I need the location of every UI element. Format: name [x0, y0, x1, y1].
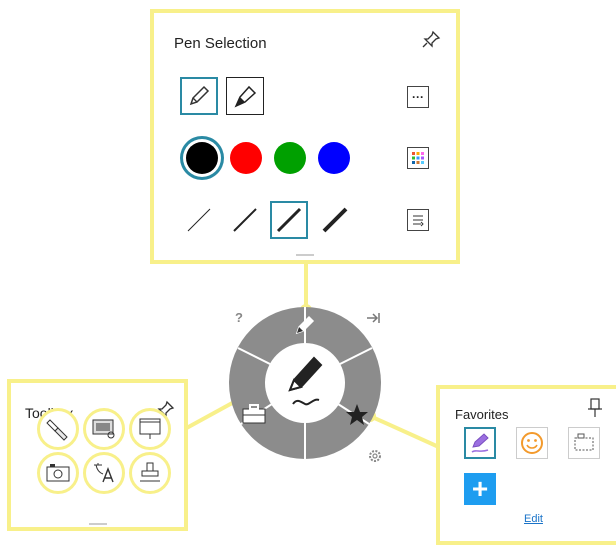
- stroke-thin[interactable]: [180, 201, 218, 239]
- stroke-thick[interactable]: [270, 201, 308, 239]
- favorites-panel: Favorites + Edit: [436, 385, 616, 545]
- presentation-board-tool[interactable]: [129, 408, 171, 450]
- more-options-button[interactable]: ···: [407, 86, 429, 108]
- highlighter-type-button[interactable]: [226, 77, 264, 115]
- color-green[interactable]: [274, 142, 306, 174]
- stroke-extra-thick[interactable]: [316, 201, 354, 239]
- toolbox-panel: Toolbox: [7, 379, 188, 531]
- star-icon[interactable]: [344, 402, 370, 428]
- pen-panel-resize-handle[interactable]: [296, 254, 314, 256]
- pin-icon[interactable]: [586, 397, 604, 419]
- pen-selection-title: Pen Selection: [174, 35, 267, 52]
- pen-icon[interactable]: [293, 313, 317, 337]
- center-pen-icon[interactable]: [281, 350, 331, 420]
- toolbox-icon[interactable]: [241, 403, 267, 425]
- stamp-tool[interactable]: [129, 452, 171, 494]
- help-icon[interactable]: ?: [235, 310, 243, 325]
- favorite-smiley[interactable]: [516, 427, 548, 459]
- palette-button[interactable]: [407, 147, 429, 169]
- screen-zoom-tool[interactable]: [83, 408, 125, 450]
- pin-icon[interactable]: [420, 29, 442, 51]
- stamp-icon: [140, 462, 160, 482]
- pen-panel-connector: [304, 262, 308, 310]
- collapse-icon[interactable]: [366, 311, 382, 325]
- screen-capture-icon: [574, 433, 594, 451]
- highlighter-icon: [234, 85, 257, 108]
- color-black[interactable]: [186, 142, 218, 174]
- camera-tool[interactable]: [37, 452, 79, 494]
- toolbox-resize-handle[interactable]: [88, 523, 107, 525]
- translate-icon: [94, 463, 114, 483]
- palette-icon: [412, 152, 424, 164]
- color-blue[interactable]: [318, 142, 350, 174]
- add-favorite-button[interactable]: +: [464, 473, 496, 505]
- purple-pen-icon: [471, 433, 489, 453]
- gear-icon[interactable]: [367, 448, 383, 464]
- plus-icon: +: [471, 473, 489, 504]
- favorite-purple-pen[interactable]: [464, 427, 496, 459]
- flashlight-tool[interactable]: [37, 408, 79, 450]
- color-red[interactable]: [230, 142, 262, 174]
- stroke-medium[interactable]: [226, 201, 264, 239]
- edit-link[interactable]: Edit: [524, 513, 543, 525]
- stroke-settings-button[interactable]: [407, 209, 429, 231]
- screen-zoom-icon: [92, 419, 115, 439]
- pen-type-button[interactable]: [180, 77, 218, 115]
- camera-icon: [46, 464, 70, 482]
- favorite-screen-capture[interactable]: [568, 427, 600, 459]
- stroke-settings-icon: [413, 215, 424, 227]
- translate-tool[interactable]: [83, 452, 125, 494]
- smiley-icon: [521, 432, 543, 454]
- favorites-title: Favorites: [455, 407, 509, 422]
- pen-selection-panel: Pen Selection ···: [150, 9, 460, 264]
- pen-icon: [189, 85, 210, 106]
- presentation-board-icon: [139, 418, 161, 439]
- flashlight-icon: [46, 419, 68, 441]
- more-icon: ···: [412, 90, 424, 104]
